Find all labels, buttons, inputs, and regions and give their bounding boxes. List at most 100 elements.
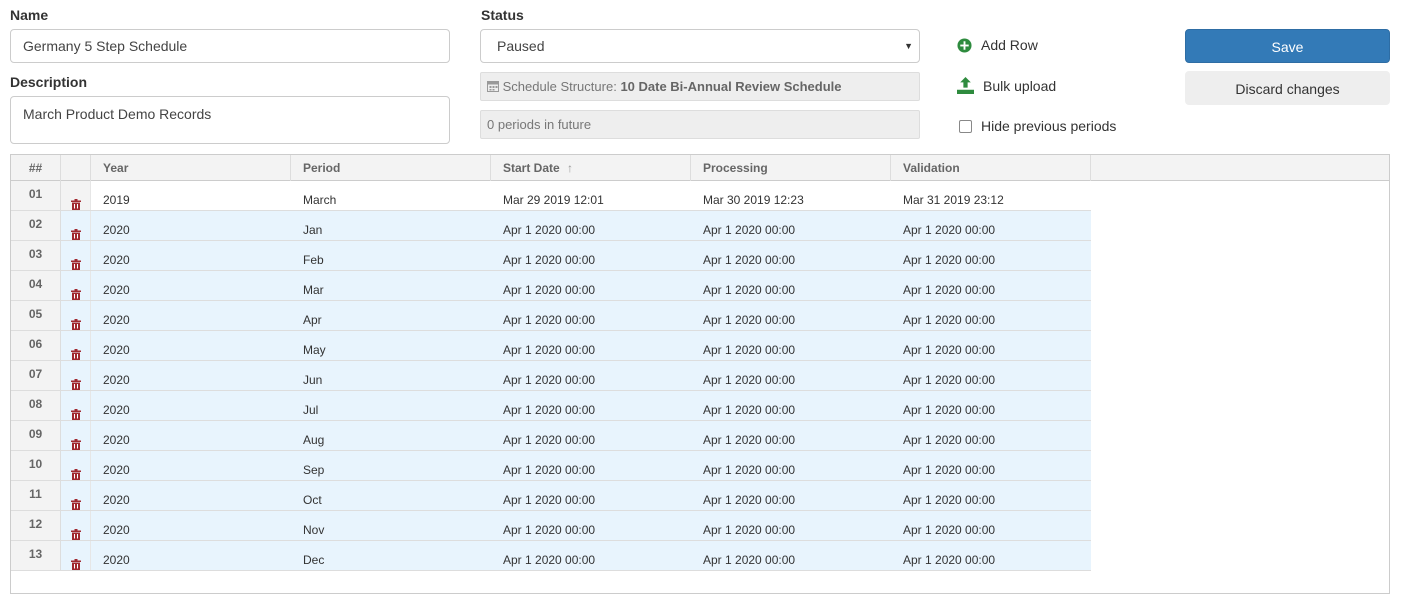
cell-start-date[interactable]: Apr 1 2020 00:00 [491, 451, 691, 480]
cell-processing[interactable]: Apr 1 2020 00:00 [691, 541, 891, 570]
cell-processing[interactable]: Apr 1 2020 00:00 [691, 211, 891, 240]
cell-validation[interactable]: Apr 1 2020 00:00 [891, 211, 1091, 240]
cell-start-date[interactable]: Apr 1 2020 00:00 [491, 301, 691, 330]
cell-start-date[interactable]: Apr 1 2020 00:00 [491, 271, 691, 300]
cell-period[interactable]: May [291, 331, 491, 360]
cell-validation[interactable]: Apr 1 2020 00:00 [891, 481, 1091, 510]
cell-processing[interactable]: Apr 1 2020 00:00 [691, 451, 891, 480]
description-textarea[interactable]: March Product Demo Records [10, 96, 450, 144]
delete-row-button[interactable] [61, 511, 91, 541]
cell-period[interactable]: Jun [291, 361, 491, 390]
cell-validation[interactable]: Apr 1 2020 00:00 [891, 271, 1091, 300]
cell-validation[interactable]: Mar 31 2019 23:12 [891, 181, 1091, 210]
table-row[interactable]: 03 2020 Feb Apr 1 2020 00:00 Apr 1 2020 00:0… [11, 241, 1091, 271]
cell-year[interactable]: 2020 [91, 481, 291, 510]
delete-row-button[interactable] [61, 271, 91, 301]
cell-start-date[interactable]: Apr 1 2020 00:00 [491, 421, 691, 450]
cell-processing[interactable]: Apr 1 2020 00:00 [691, 271, 891, 300]
cell-start-date[interactable]: Apr 1 2020 00:00 [491, 391, 691, 420]
delete-row-button[interactable] [61, 301, 91, 331]
header-start-date[interactable]: Start Date ↑ [491, 155, 691, 181]
cell-processing[interactable]: Apr 1 2020 00:00 [691, 421, 891, 450]
delete-row-button[interactable] [61, 421, 91, 451]
cell-start-date[interactable]: Apr 1 2020 00:00 [491, 511, 691, 540]
table-row[interactable]: 06 2020 May Apr 1 2020 00:00 Apr 1 2020 00:0… [11, 331, 1091, 361]
delete-row-button[interactable] [61, 241, 91, 271]
header-processing[interactable]: Processing [691, 155, 891, 181]
cell-validation[interactable]: Apr 1 2020 00:00 [891, 331, 1091, 360]
delete-row-button[interactable] [61, 331, 91, 361]
hide-previous-periods-toggle[interactable]: Hide previous periods [959, 118, 1116, 134]
cell-start-date[interactable]: Apr 1 2020 00:00 [491, 361, 691, 390]
cell-processing[interactable]: Apr 1 2020 00:00 [691, 361, 891, 390]
table-row[interactable]: 12 2020 Nov Apr 1 2020 00:00 Apr 1 2020 00:0… [11, 511, 1091, 541]
cell-year[interactable]: 2020 [91, 541, 291, 570]
cell-year[interactable]: 2020 [91, 391, 291, 420]
cell-period[interactable]: Apr [291, 301, 491, 330]
cell-validation[interactable]: Apr 1 2020 00:00 [891, 511, 1091, 540]
table-row[interactable]: 09 2020 Aug Apr 1 2020 00:00 Apr 1 2020 00:0… [11, 421, 1091, 451]
bulk-upload-button[interactable]: Bulk upload [957, 77, 1056, 94]
delete-row-button[interactable] [61, 211, 91, 241]
cell-year[interactable]: 2020 [91, 451, 291, 480]
cell-period[interactable]: Feb [291, 241, 491, 270]
header-period[interactable]: Period [291, 155, 491, 181]
cell-period[interactable]: Jul [291, 391, 491, 420]
cell-year[interactable]: 2020 [91, 241, 291, 270]
cell-processing[interactable]: Apr 1 2020 00:00 [691, 481, 891, 510]
cell-year[interactable]: 2020 [91, 511, 291, 540]
cell-validation[interactable]: Apr 1 2020 00:00 [891, 301, 1091, 330]
name-input[interactable]: Germany 5 Step Schedule [10, 29, 450, 63]
cell-period[interactable]: Nov [291, 511, 491, 540]
delete-row-button[interactable] [61, 361, 91, 391]
add-row-button[interactable]: Add Row [957, 37, 1038, 53]
cell-validation[interactable]: Apr 1 2020 00:00 [891, 361, 1091, 390]
save-button[interactable]: Save [1185, 29, 1390, 63]
cell-year[interactable]: 2020 [91, 331, 291, 360]
table-row[interactable]: 10 2020 Sep Apr 1 2020 00:00 Apr 1 2020 00:0… [11, 451, 1091, 481]
cell-period[interactable]: Dec [291, 541, 491, 570]
cell-year[interactable]: 2020 [91, 211, 291, 240]
cell-year[interactable]: 2019 [91, 181, 291, 210]
table-row[interactable]: 02 2020 Jan Apr 1 2020 00:00 Apr 1 2020 00:0… [11, 211, 1091, 241]
cell-period[interactable]: March [291, 181, 491, 210]
table-row[interactable]: 05 2020 Apr Apr 1 2020 00:00 Apr 1 2020 00:0… [11, 301, 1091, 331]
cell-period[interactable]: Sep [291, 451, 491, 480]
delete-row-button[interactable] [61, 541, 91, 571]
cell-period[interactable]: Jan [291, 211, 491, 240]
delete-row-button[interactable] [61, 481, 91, 511]
table-row[interactable]: 08 2020 Jul Apr 1 2020 00:00 Apr 1 2020 00:0… [11, 391, 1091, 421]
hide-previous-checkbox[interactable] [959, 119, 972, 133]
cell-year[interactable]: 2020 [91, 271, 291, 300]
table-row[interactable]: 07 2020 Jun Apr 1 2020 00:00 Apr 1 2020 00:0… [11, 361, 1091, 391]
cell-start-date[interactable]: Apr 1 2020 00:00 [491, 331, 691, 360]
cell-period[interactable]: Mar [291, 271, 491, 300]
cell-year[interactable]: 2020 [91, 421, 291, 450]
delete-row-button[interactable] [61, 391, 91, 421]
cell-validation[interactable]: Apr 1 2020 00:00 [891, 451, 1091, 480]
cell-start-date[interactable]: Mar 29 2019 12:01 [491, 181, 691, 210]
cell-processing[interactable]: Apr 1 2020 00:00 [691, 301, 891, 330]
cell-processing[interactable]: Apr 1 2020 00:00 [691, 331, 891, 360]
cell-validation[interactable]: Apr 1 2020 00:00 [891, 421, 1091, 450]
delete-row-button[interactable] [61, 181, 91, 211]
cell-validation[interactable]: Apr 1 2020 00:00 [891, 241, 1091, 270]
cell-processing[interactable]: Apr 1 2020 00:00 [691, 241, 891, 270]
table-row[interactable]: 04 2020 Mar Apr 1 2020 00:00 Apr 1 2020 00:0… [11, 271, 1091, 301]
cell-period[interactable]: Aug [291, 421, 491, 450]
header-validation[interactable]: Validation [891, 155, 1091, 181]
cell-period[interactable]: Oct [291, 481, 491, 510]
header-year[interactable]: Year [91, 155, 291, 181]
cell-processing[interactable]: Apr 1 2020 00:00 [691, 391, 891, 420]
status-select[interactable]: Paused ▼ [480, 29, 920, 63]
cell-start-date[interactable]: Apr 1 2020 00:00 [491, 541, 691, 570]
cell-year[interactable]: 2020 [91, 361, 291, 390]
cell-start-date[interactable]: Apr 1 2020 00:00 [491, 481, 691, 510]
table-row[interactable]: 11 2020 Oct Apr 1 2020 00:00 Apr 1 2020 00:0… [11, 481, 1091, 511]
cell-validation[interactable]: Apr 1 2020 00:00 [891, 391, 1091, 420]
cell-year[interactable]: 2020 [91, 301, 291, 330]
cell-processing[interactable]: Mar 30 2019 12:23 [691, 181, 891, 210]
cell-validation[interactable]: Apr 1 2020 00:00 [891, 541, 1091, 570]
table-row[interactable]: 01 2019 March Mar 29 2019 12:01 Mar 30 2019 … [11, 181, 1091, 211]
table-row[interactable]: 13 2020 Dec Apr 1 2020 00:00 Apr 1 2020 00:0… [11, 541, 1091, 571]
